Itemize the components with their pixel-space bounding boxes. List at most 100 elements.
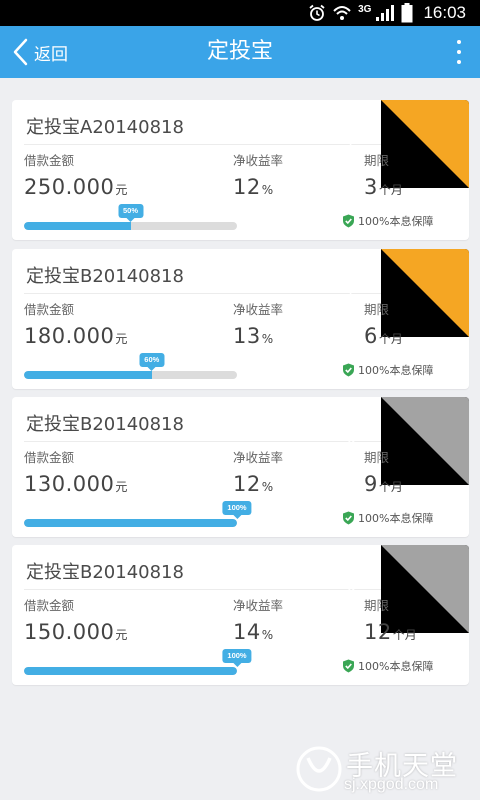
amount-value-row: 130.000元 xyxy=(24,472,127,496)
rate-column: 净收益率 14% xyxy=(233,595,283,644)
rate-unit: % xyxy=(261,183,274,197)
status-icons: 3G 16:03 xyxy=(308,0,466,26)
shield-check-icon xyxy=(343,214,354,228)
status-bar: 3G 16:03 xyxy=(0,0,480,26)
term-column: 期限 9个月 xyxy=(364,447,403,496)
amount-value-row: 180.000元 xyxy=(24,324,127,348)
back-button-label: 返回 xyxy=(34,44,68,65)
amount-label: 借款金额 xyxy=(24,450,75,465)
progress-fill xyxy=(24,667,237,675)
rate-value: 12 xyxy=(233,175,261,199)
term-value: 6 xyxy=(364,324,378,348)
product-name: 定投宝B20140818 xyxy=(26,266,184,287)
term-unit: 个月 xyxy=(392,628,417,642)
product-card[interactable]: 定投宝B20140818 抢光了 借款金额 130.000元 净收益率 12% … xyxy=(12,397,469,537)
progress-fill xyxy=(24,222,131,230)
guarantee-label: 100%本息保障 xyxy=(358,215,434,228)
term-value-row: 6个月 xyxy=(364,324,403,348)
progress-bar xyxy=(24,222,237,230)
term-value: 9 xyxy=(364,472,378,496)
rate-label: 净收益率 xyxy=(233,450,284,465)
progress-tooltip: 60% xyxy=(139,353,165,371)
term-value-row: 3个月 xyxy=(364,175,403,199)
amount-label: 借款金额 xyxy=(24,302,75,317)
amount-value: 130.000 xyxy=(24,472,115,496)
shield-check-icon xyxy=(343,511,354,525)
term-unit: 个月 xyxy=(378,332,403,346)
guarantee-note: 100%本息保障 xyxy=(342,362,433,378)
term-value-row: 9个月 xyxy=(364,472,403,496)
progress-fill xyxy=(24,371,152,379)
progress-tooltip: 100% xyxy=(222,501,252,519)
term-column: 期限 3个月 xyxy=(364,150,403,199)
amount-unit: 元 xyxy=(115,183,128,197)
progress-bar xyxy=(24,519,237,527)
shield-check-icon xyxy=(343,659,354,673)
amount-label: 借款金额 xyxy=(24,153,75,168)
term-label: 期限 xyxy=(364,598,390,613)
amount-unit: 元 xyxy=(115,332,128,346)
rate-value-row: 14% xyxy=(233,620,283,644)
shield-check-icon xyxy=(343,363,354,377)
rate-column: 净收益率 13% xyxy=(233,299,283,348)
rate-column: 净收益率 12% xyxy=(233,150,283,199)
progress-bar xyxy=(24,667,237,675)
rate-unit: % xyxy=(261,480,274,494)
progress-bar xyxy=(24,371,237,379)
guarantee-note: 100%本息保障 xyxy=(342,658,433,674)
amount-column: 借款金额 250.000元 xyxy=(24,150,127,199)
watermark: 手机天堂 sj.xpgod.com xyxy=(294,742,474,796)
more-menu-icon[interactable] xyxy=(454,40,464,64)
rate-value-row: 12% xyxy=(233,175,283,199)
amount-value: 250.000 xyxy=(24,175,115,199)
term-label: 期限 xyxy=(364,302,390,317)
chevron-left-icon xyxy=(13,38,28,66)
term-label: 期限 xyxy=(364,450,390,465)
term-column: 期限 6个月 xyxy=(364,299,403,348)
wifi-icon xyxy=(333,6,351,20)
term-unit: 个月 xyxy=(378,183,403,197)
term-value: 12 xyxy=(364,620,392,644)
product-card[interactable]: 定投宝B20140818 抢光了 借款金额 150.000元 净收益率 14% … xyxy=(12,545,469,685)
network-type-label: 3G xyxy=(358,3,372,15)
status-time: 16:03 xyxy=(423,3,466,22)
product-name: 定投宝A20140818 xyxy=(26,117,184,138)
back-button[interactable]: 返回 xyxy=(10,26,68,78)
product-name: 定投宝B20140818 xyxy=(26,414,184,435)
amount-column: 借款金额 150.000元 xyxy=(24,595,127,644)
app-bar: 定投宝 返回 xyxy=(0,26,480,78)
term-unit: 个月 xyxy=(378,480,403,494)
amount-unit: 元 xyxy=(115,628,128,642)
amount-value-row: 150.000元 xyxy=(24,620,127,644)
amount-column: 借款金额 130.000元 xyxy=(24,447,127,496)
amount-value: 180.000 xyxy=(24,324,115,348)
term-value-row: 12个月 xyxy=(364,620,417,644)
amount-value: 150.000 xyxy=(24,620,115,644)
term-value: 3 xyxy=(364,175,378,199)
term-column: 期限 12个月 xyxy=(364,595,417,644)
guarantee-note: 100%本息保障 xyxy=(342,213,433,229)
amount-value-row: 250.000元 xyxy=(24,175,127,199)
alarm-icon xyxy=(309,4,325,21)
product-card[interactable]: 定投宝A20140818 加入 借款金额 250.000元 净收益率 12% 期… xyxy=(12,100,469,240)
rate-value: 12 xyxy=(233,472,261,496)
rate-label: 净收益率 xyxy=(233,598,284,613)
progress-tooltip: 100% xyxy=(222,649,252,667)
signal-icon xyxy=(376,5,395,21)
rate-value-row: 12% xyxy=(233,472,283,496)
rate-label: 净收益率 xyxy=(233,153,284,168)
watermark-logo-icon xyxy=(296,746,342,792)
page-title: 定投宝 xyxy=(206,39,273,64)
amount-label: 借款金额 xyxy=(24,598,75,613)
rate-value: 14 xyxy=(233,620,261,644)
watermark-url: sj.xpgod.com xyxy=(344,776,439,793)
rate-label: 净收益率 xyxy=(233,302,284,317)
amount-unit: 元 xyxy=(115,480,128,494)
battery-icon xyxy=(401,3,413,23)
amount-column: 借款金额 180.000元 xyxy=(24,299,127,348)
guarantee-label: 100%本息保障 xyxy=(358,512,434,525)
rate-unit: % xyxy=(261,332,274,346)
guarantee-note: 100%本息保障 xyxy=(342,510,433,526)
product-card[interactable]: 定投宝B20140818 加入 借款金额 180.000元 净收益率 13% 期… xyxy=(12,249,469,389)
rate-unit: % xyxy=(261,628,274,642)
